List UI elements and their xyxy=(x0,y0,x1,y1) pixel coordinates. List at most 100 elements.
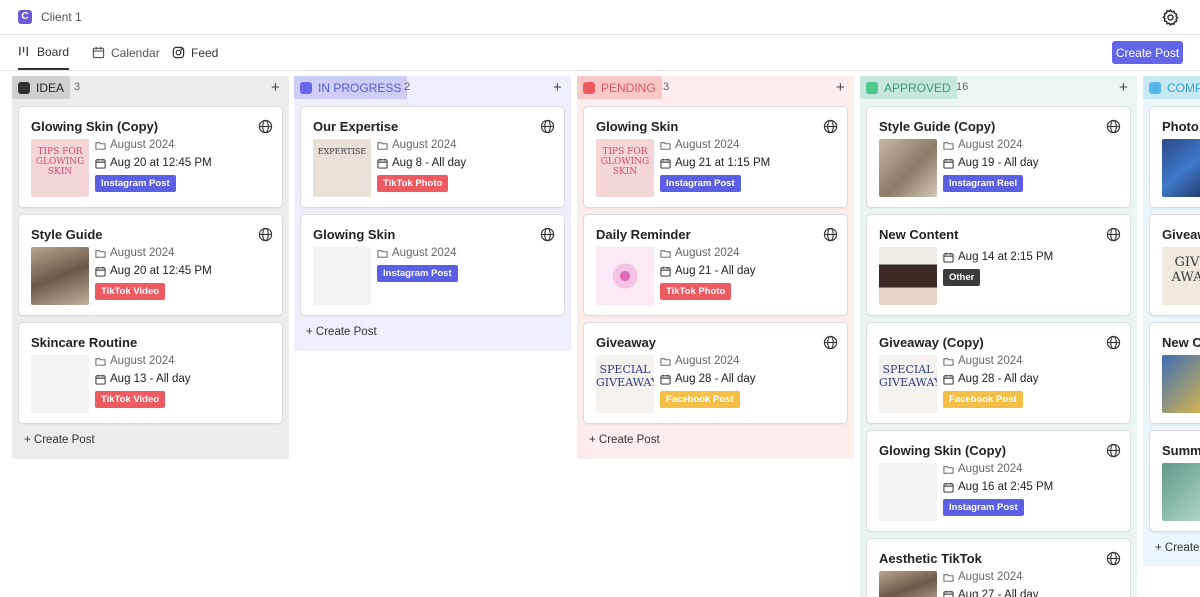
card-title: Style Guide xyxy=(31,227,103,242)
folder-label: August 2024 xyxy=(958,571,1023,583)
column-title: PENDING xyxy=(601,80,656,95)
post-thumbnail xyxy=(1162,355,1200,413)
folder-label: August 2024 xyxy=(110,355,175,367)
post-card[interactable]: Style Guide (Copy) August 2024 Aug 19 - … xyxy=(866,106,1131,208)
post-card[interactable]: Giveaway SPECIAL GIVEAWAY August 2024 Au… xyxy=(583,322,848,424)
gear-icon[interactable] xyxy=(1161,8,1180,27)
post-card[interactable]: Style Guide August 2024 Aug 20 at 12:45 … xyxy=(18,214,283,316)
top-bar: C Client 1 xyxy=(0,0,1200,35)
globe-icon[interactable] xyxy=(540,119,555,134)
card-folder: August 2024 xyxy=(943,463,1023,475)
client-name[interactable]: Client 1 xyxy=(41,10,82,24)
globe-icon[interactable] xyxy=(258,227,273,242)
card-date: Aug 20 at 12:45 PM xyxy=(95,157,212,169)
post-card[interactable]: Glowing Skin TIPS FOR GLOWING SKIN Augus… xyxy=(583,106,848,208)
create-post-link[interactable]: + Create xyxy=(1155,542,1199,554)
post-type-badge: Facebook Post xyxy=(660,391,740,408)
instagram-icon xyxy=(172,46,185,59)
post-card[interactable]: Daily Reminder August 2024 Aug 21 - All … xyxy=(583,214,848,316)
post-type-badge: Instagram Reel xyxy=(943,175,1024,192)
tab-board[interactable]: Board xyxy=(18,35,70,70)
date-label: Aug 20 at 12:45 PM xyxy=(110,265,212,277)
post-thumbnail xyxy=(1162,463,1200,521)
card-title: New Co xyxy=(1162,335,1200,350)
date-label: Aug 21 at 1:15 PM xyxy=(675,157,771,169)
tab-calendar[interactable]: Calendar xyxy=(92,35,160,70)
date-label: Aug 13 - All day xyxy=(110,373,191,385)
globe-icon[interactable] xyxy=(823,227,838,242)
column-header-approved[interactable]: APPROVED xyxy=(860,76,957,99)
post-type-badge: Instagram Post xyxy=(943,499,1024,516)
folder-label: August 2024 xyxy=(958,355,1023,367)
board-icon xyxy=(19,46,28,57)
client-avatar[interactable]: C xyxy=(18,10,32,24)
post-card[interactable]: Summ xyxy=(1149,430,1200,532)
post-type-badge: TikTok Video xyxy=(95,283,166,300)
card-date: Aug 20 at 12:45 PM xyxy=(95,265,212,277)
card-title: Glowing Skin (Copy) xyxy=(31,119,159,134)
card-folder: August 2024 xyxy=(943,571,1023,583)
calendar-icon xyxy=(92,46,105,59)
column-count: 2 xyxy=(404,81,411,93)
post-type-badge: Facebook Post xyxy=(943,391,1023,408)
post-card[interactable]: Photo D xyxy=(1149,106,1200,208)
card-folder: August 2024 xyxy=(660,355,740,367)
post-card[interactable]: Giveaw GIV AWA xyxy=(1149,214,1200,316)
card-folder: August 2024 xyxy=(377,247,457,259)
post-card[interactable]: New Content Aug 14 at 2:15 PM Other xyxy=(866,214,1131,316)
add-post-icon[interactable]: + xyxy=(271,79,280,96)
globe-icon[interactable] xyxy=(823,119,838,134)
card-date: Aug 28 - All day xyxy=(660,373,756,385)
post-card[interactable]: Skincare Routine August 2024 Aug 13 - Al… xyxy=(18,322,283,424)
column-header-pending[interactable]: PENDING xyxy=(577,76,662,99)
post-card[interactable]: New Co xyxy=(1149,322,1200,424)
globe-icon[interactable] xyxy=(1106,443,1121,458)
column-title: IDEA xyxy=(36,80,65,95)
card-title: Giveaway (Copy) xyxy=(879,335,984,350)
post-card[interactable]: Glowing Skin August 2024 Instagram Post xyxy=(300,214,565,316)
calendar-icon xyxy=(95,158,106,169)
post-card[interactable]: Glowing Skin (Copy) August 2024 Aug 16 a… xyxy=(866,430,1131,532)
globe-icon[interactable] xyxy=(1106,335,1121,350)
globe-icon[interactable] xyxy=(1106,551,1121,566)
globe-icon[interactable] xyxy=(823,335,838,350)
folder-icon xyxy=(660,141,671,150)
create-post-link[interactable]: + Create Post xyxy=(589,434,660,446)
calendar-icon xyxy=(943,158,954,169)
post-card[interactable]: Glowing Skin (Copy) TIPS FOR GLOWING SKI… xyxy=(18,106,283,208)
folder-label: August 2024 xyxy=(110,247,175,259)
create-post-link[interactable]: + Create Post xyxy=(306,326,377,338)
column-idea: IDEA 3 + Glowing Skin (Copy) TIPS FOR GL… xyxy=(12,76,289,459)
globe-icon[interactable] xyxy=(540,227,555,242)
post-card[interactable]: Giveaway (Copy) SPECIAL GIVEAWAY August … xyxy=(866,322,1131,424)
add-post-icon[interactable]: + xyxy=(1119,79,1128,96)
column-header-in-progress[interactable]: IN PROGRESS xyxy=(294,76,408,99)
post-thumbnail: TIPS FOR GLOWING SKIN xyxy=(31,139,89,197)
post-thumbnail xyxy=(879,571,937,597)
column-header-idea[interactable]: IDEA xyxy=(12,76,71,99)
create-post-link[interactable]: + Create Post xyxy=(24,434,95,446)
add-post-icon[interactable]: + xyxy=(553,79,562,96)
card-title: Glowing Skin xyxy=(596,119,679,134)
add-post-icon[interactable]: + xyxy=(836,79,845,96)
folder-icon xyxy=(377,249,388,258)
card-date: Aug 21 - All day xyxy=(660,265,756,277)
column-header-complete[interactable]: COMP xyxy=(1143,76,1200,99)
card-folder: August 2024 xyxy=(377,139,457,151)
column-pending: PENDING 3 + Glowing Skin TIPS FOR GLOWIN… xyxy=(577,76,854,459)
date-label: Aug 14 at 2:15 PM xyxy=(958,251,1054,263)
post-card[interactable]: Aesthetic TikTok August 2024 Aug 27 - Al… xyxy=(866,538,1131,597)
card-date: Aug 21 at 1:15 PM xyxy=(660,157,770,169)
card-date: Aug 28 - All day xyxy=(943,373,1039,385)
card-title: Aesthetic TikTok xyxy=(879,551,982,566)
globe-icon[interactable] xyxy=(1106,119,1121,134)
globe-icon[interactable] xyxy=(258,119,273,134)
create-post-button[interactable]: Create Post xyxy=(1112,41,1183,64)
calendar-icon xyxy=(95,374,106,385)
tab-feed-label: Feed xyxy=(191,45,219,60)
tab-feed[interactable]: Feed xyxy=(172,35,218,70)
date-label: Aug 27 - All day xyxy=(958,589,1039,597)
card-title: Giveaw xyxy=(1162,227,1200,242)
post-card[interactable]: Our Expertise EXPERTISE August 2024 Aug … xyxy=(300,106,565,208)
globe-icon[interactable] xyxy=(1106,227,1121,242)
